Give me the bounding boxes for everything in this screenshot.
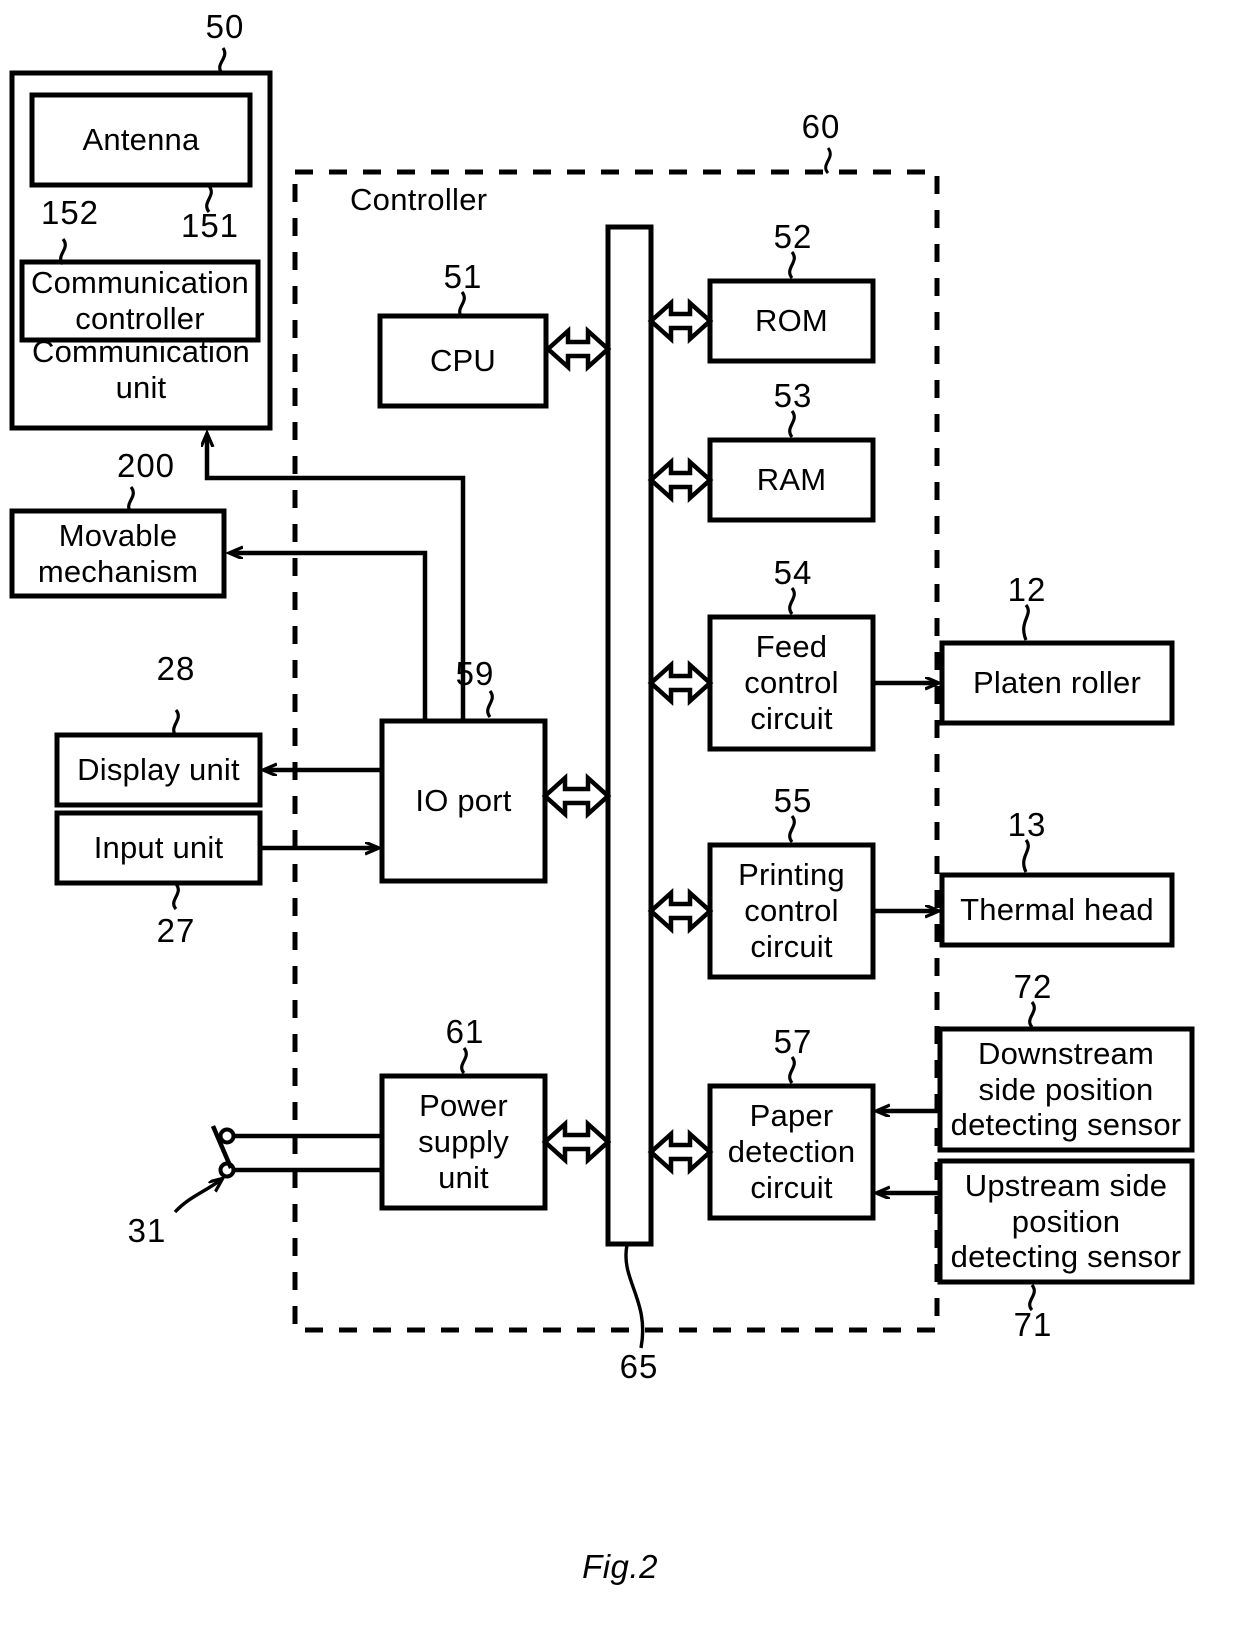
arrow-power-supply-bus [541,1118,612,1166]
leader-54 [788,587,796,615]
box-display-unit [54,732,263,808]
arrow-cpu-bus [544,325,612,373]
box-thermal-head [939,872,1175,948]
leader-72 [1028,1001,1036,1029]
arrow-bus-paper-detection [647,1128,714,1176]
diagram-vector-layer [9,47,1195,1349]
leader-50 [218,47,227,75]
box-bus [605,224,654,1247]
box-movable-mechanism [9,508,227,599]
switch-terminal-top [218,1127,236,1145]
leader-61 [460,1047,468,1075]
leader-31 [173,1179,222,1214]
box-input-unit [54,810,263,886]
box-io-port [379,718,548,884]
arrow-bus-feed-control [647,659,714,707]
box-communication-controller [19,259,261,343]
box-upstream-sensor [937,1158,1195,1285]
arrow-bus-printing-control [647,887,714,935]
leader-55 [788,815,796,843]
arrow-bus-ram [647,456,714,504]
figure-caption: Fig.2 [582,1548,658,1585]
leader-59 [486,690,494,718]
patent-figure-2: Controller Communication unit Antenna Co… [0,0,1240,1634]
leader-51 [458,291,466,319]
controller-label: Controller [350,182,488,217]
leader-200 [127,486,135,514]
box-platen-roller [939,640,1175,726]
box-paper-detection-circuit [707,1083,876,1221]
leader-52 [788,251,796,279]
leader-27 [172,883,180,911]
box-downstream-sensor [937,1026,1195,1153]
arrow-io-port-bus [541,772,612,820]
leader-57 [788,1056,796,1084]
box-ram [707,437,876,523]
leader-13 [1022,839,1030,873]
leader-53 [788,410,796,438]
leader-28 [172,709,180,737]
leader-65 [624,1244,645,1349]
leader-12 [1022,604,1030,641]
box-rom [707,278,876,364]
line-io-to-movable-mechanism [230,553,428,721]
box-antenna [29,92,253,188]
box-printing-control-circuit [707,842,876,980]
arrow-bus-rom [647,297,714,345]
leader-60 [824,147,832,174]
leader-71 [1028,1284,1036,1312]
box-cpu [377,313,549,409]
box-feed-control-circuit [707,614,876,752]
box-power-supply-unit [379,1073,548,1211]
